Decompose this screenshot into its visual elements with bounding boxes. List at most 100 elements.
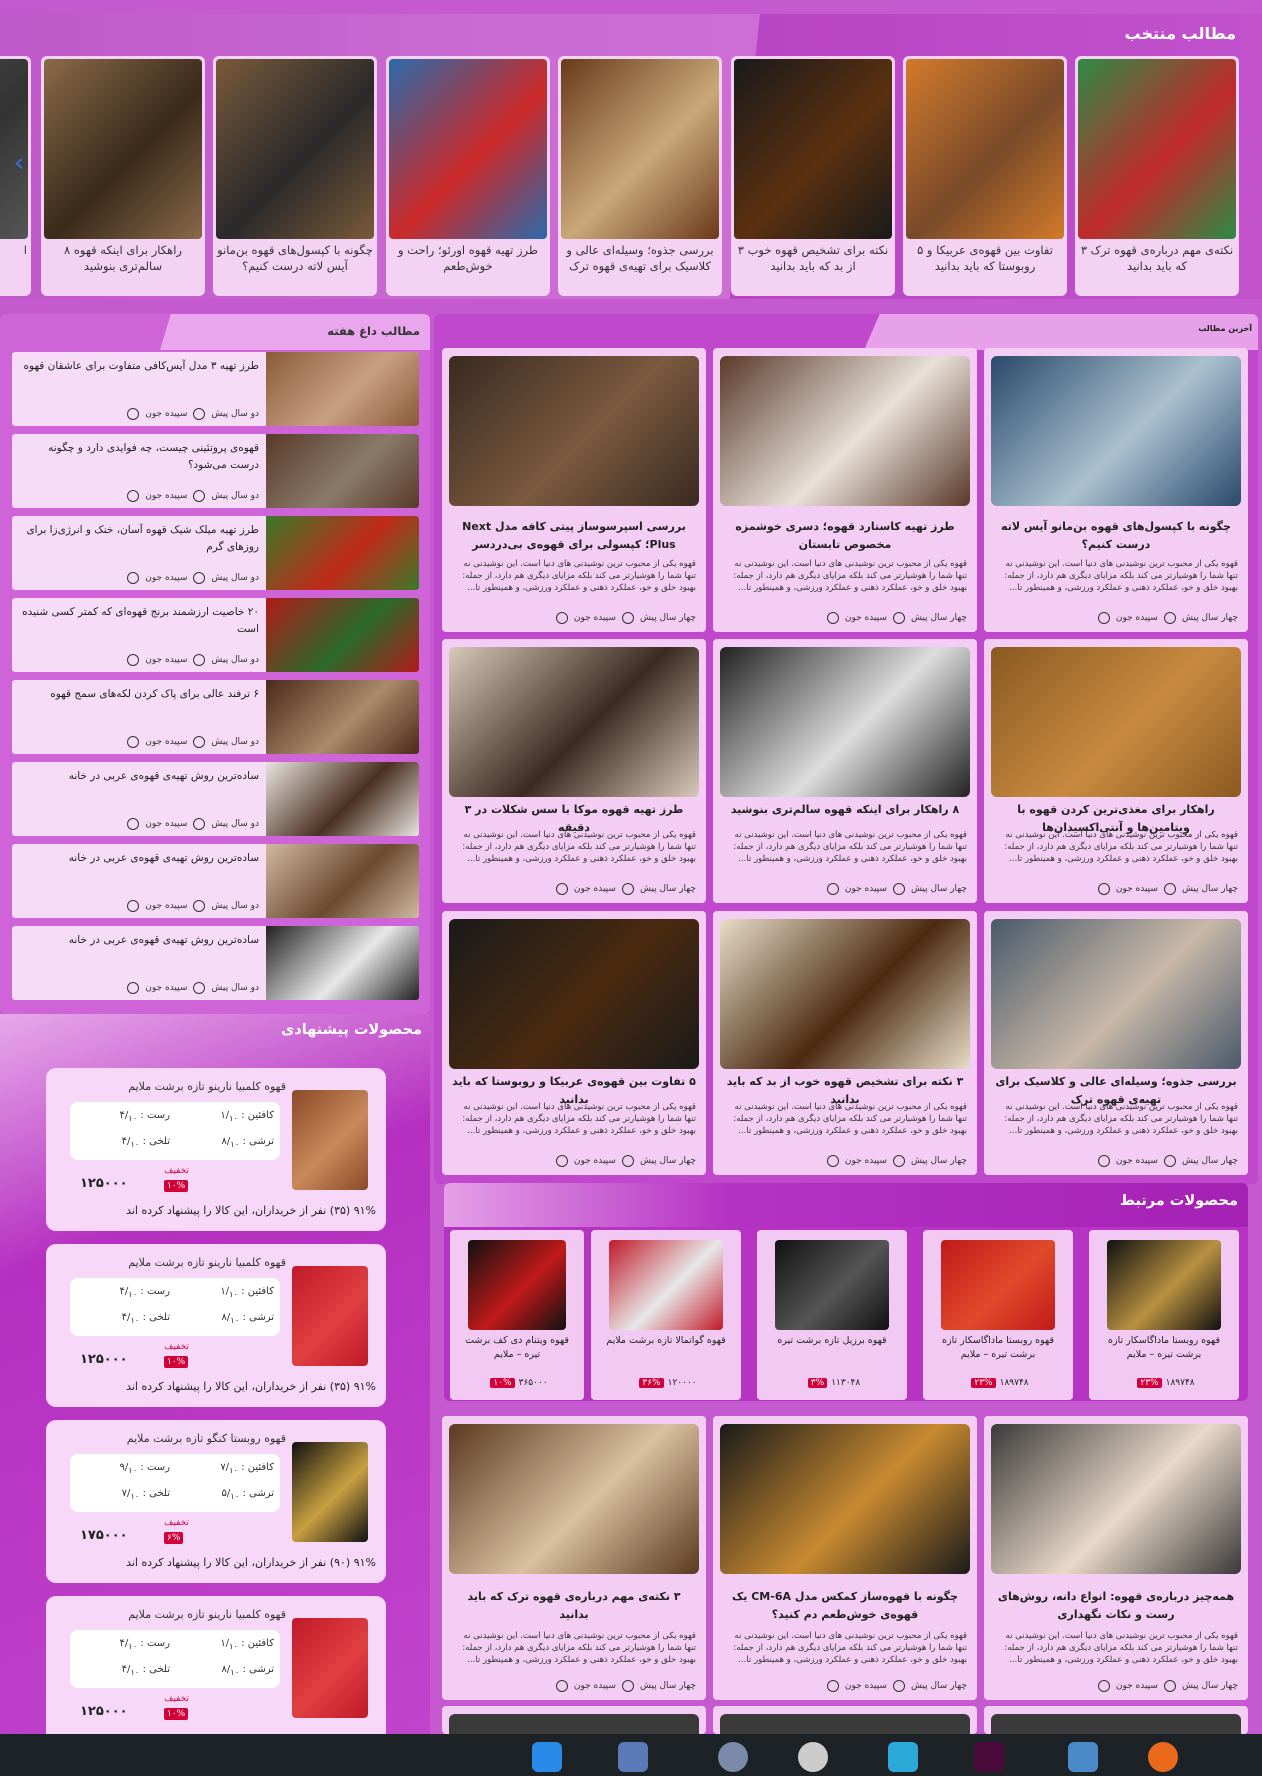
featured-card-image[interactable] [1078,59,1236,239]
post-card[interactable]: بررسی اسپرسوساز پیتی کافه مدل Next Plus؛… [442,348,706,632]
weekly-post-item[interactable]: ساده‌ترین روش تهیه‌ی قهوه‌ی عربی در خانه… [12,926,419,1000]
featured-card[interactable]: طرز تهیه قهوه اورئو؛ راحت و خوش‌طعم [386,56,550,296]
product-image[interactable] [1107,1240,1221,1330]
post-image[interactable] [449,919,699,1069]
featured-card[interactable]: ۳ نکته برای تشخیص قهوه خوب از بد که باید… [731,56,895,296]
weekly-post-thumbnail[interactable] [266,598,419,672]
featured-card-caption[interactable]: ۵ تفاوت بین قهوه‌ی عربیکا و روبوستا که ب… [907,242,1063,274]
start-icon[interactable] [532,1742,562,1772]
related-product-card[interactable]: قهوه ویتنام دی کف برشت تیره – ملایم ۱۰% ۳۶… [450,1230,584,1400]
post-image[interactable] [449,1714,699,1734]
post-image[interactable] [991,1424,1241,1574]
post-image[interactable] [991,647,1241,797]
suggested-product-card[interactable]: قهوه کلمبیا نارینو تازه برشت ملایم کافئین… [46,1244,386,1407]
featured-card-caption[interactable]: طرز تهیه قهوه اورئو؛ راحت و خوش‌طعم [390,242,546,274]
post-card[interactable]: طرز تهیه کاستارد قهوه؛ دسری خوشمزه مخصوص… [713,348,977,632]
post-card[interactable]: بررسی جذوه؛ وسیله‌ای عالی و کلاسیک برای … [984,911,1248,1175]
product-name[interactable]: قهوه کلمبیا نارینو تازه برشت ملایم [56,1608,286,1621]
weekly-post-title[interactable]: ۲۰ خاصیت ارزشمند برنج قهوه‌ای که کمتر کس… [20,604,259,638]
featured-card-caption[interactable]: ا [0,242,27,258]
product-image[interactable] [941,1240,1055,1330]
weekly-post-item[interactable]: طرز تهیه ۳ مدل آیس‌کافی متفاوت برای عاشق… [12,352,419,426]
weekly-post-title[interactable]: ساده‌ترین روش تهیه‌ی قهوه‌ی عربی در خانه [20,768,259,785]
weekly-post-item[interactable]: ۲۰ خاصیت ارزشمند برنج قهوه‌ای که کمتر کس… [12,598,419,672]
product-name[interactable]: قهوه ویتنام دی کف برشت تیره – ملایم [456,1334,578,1362]
featured-card-caption[interactable]: ۸ راهکار برای اینکه قهوه سالم‌تری بنوشید [45,242,201,274]
featured-card-caption[interactable]: ۳ نکته‌ی مهم درباره‌ی قهوه ترک که باید ب… [1079,242,1235,274]
product-image[interactable] [292,1442,368,1542]
weekly-post-title[interactable]: ساده‌ترین روش تهیه‌ی قهوه‌ی عربی در خانه [20,850,259,867]
product-name[interactable]: قهوه کلمبیا نارینو تازه برشت ملایم [56,1256,286,1269]
weekly-post-item[interactable]: ساده‌ترین روش تهیه‌ی قهوه‌ی عربی در خانه… [12,844,419,918]
post-card[interactable]: طرز تهیه قهوه موکا با سس شکلات در ۳ دقیق… [442,639,706,903]
featured-card-image[interactable] [389,59,547,239]
related-product-card[interactable]: قهوه روبستا ماداگاسکار تازه برشت تیره – … [923,1230,1073,1400]
post-image[interactable] [720,919,970,1069]
product-image[interactable] [292,1266,368,1366]
weekly-post-thumbnail[interactable] [266,844,419,918]
product-name[interactable]: قهوه روبستا ماداگاسکار تازه برشت تیره – … [1095,1334,1233,1362]
weekly-post-item[interactable]: ۶ ترفند عالی برای پاک کردن لکه‌های سمج ق… [12,680,419,754]
weekly-post-item[interactable]: طرز تهیه میلک شیک قهوه آسان، خنک و انرژی… [12,516,419,590]
product-name[interactable]: قهوه کلمبیا نارینو تازه برشت ملایم [56,1080,286,1093]
weekly-post-thumbnail[interactable] [266,926,419,1000]
suggested-product-card[interactable]: قهوه روبستا کنگو تازه برشت ملایم کافئین :… [46,1420,386,1583]
post-card[interactable]: چگونه با کپسول‌های قهوه بن‌مانو آیس لاته… [984,348,1248,632]
post-card[interactable] [442,1706,706,1734]
settings-icon[interactable] [718,1742,748,1772]
weekly-post-item[interactable]: ساده‌ترین روش تهیه‌ی قهوه‌ی عربی در خانه… [12,762,419,836]
product-image[interactable] [292,1618,368,1718]
post-title[interactable]: ۸ راهکار برای اینکه قهوه سالم‌تری بنوشید [723,801,967,819]
featured-card[interactable]: چگونه با کپسول‌های قهوه بن‌مانو آیس لاته… [213,56,377,296]
featured-card-image[interactable] [734,59,892,239]
post-title[interactable]: چگونه با کپسول‌های قهوه بن‌مانو آیس لاته… [994,518,1238,554]
weekly-post-thumbnail[interactable] [266,516,419,590]
post-title[interactable]: بررسی اسپرسوساز پیتی کافه مدل Next Plus؛… [452,518,696,554]
product-name[interactable]: قهوه روبستا کنگو تازه برشت ملایم [56,1432,286,1445]
weekly-post-thumbnail[interactable] [266,762,419,836]
featured-card-caption[interactable]: ۳ نکته برای تشخیص قهوه خوب از بد که باید… [735,242,891,274]
weekly-post-title[interactable]: ساده‌ترین روش تهیه‌ی قهوه‌ی عربی در خانه [20,932,259,949]
post-title[interactable]: همه‌چیز درباره‌ی قهوه: انواع دانه، روش‌ه… [994,1588,1238,1624]
weekly-post-thumbnail[interactable] [266,434,419,508]
featured-card-caption[interactable]: بررسی جذوه؛ وسیله‌ای عالی و کلاسیک برای … [562,242,718,274]
related-product-card[interactable]: قهوه روبستا ماداگاسکار تازه برشت تیره – … [1089,1230,1239,1400]
post-card[interactable]: همه‌چیز درباره‌ی قهوه: انواع دانه، روش‌ه… [984,1416,1248,1700]
featured-card[interactable]: ۳ نکته‌ی مهم درباره‌ی قهوه ترک که باید ب… [1075,56,1239,296]
post-image[interactable] [991,356,1241,506]
product-image[interactable] [609,1240,723,1330]
post-image[interactable] [991,919,1241,1069]
product-image[interactable] [292,1090,368,1190]
post-card[interactable]: ۳ نکته‌ی مهم درباره‌ی قهوه ترک که باید ب… [442,1416,706,1700]
post-title[interactable]: طرز تهیه کاستارد قهوه؛ دسری خوشمزه مخصوص… [723,518,967,554]
weekly-post-title[interactable]: ۶ ترفند عالی برای پاک کردن لکه‌های سمج ق… [20,686,259,703]
post-card[interactable]: ۳ نکته برای تشخیص قهوه خوب از بد که باید… [713,911,977,1175]
featured-card-image[interactable] [216,59,374,239]
featured-card-caption[interactable]: چگونه با کپسول‌های قهوه بن‌مانو آیس لاته… [217,242,373,274]
weekly-post-title[interactable]: طرز تهیه میلک شیک قهوه آسان، خنک و انرژی… [20,522,259,556]
weekly-post-thumbnail[interactable] [266,680,419,754]
post-card[interactable] [984,1706,1248,1734]
post-image[interactable] [449,647,699,797]
weekly-post-thumbnail[interactable] [266,352,419,426]
xd-icon[interactable] [974,1742,1004,1772]
post-card[interactable]: راهکار برای مغذی‌ترین کردن قهوه با ویتام… [984,639,1248,903]
related-product-card[interactable]: قهوه برزیل تازه برشت تیره ۳% ۱۱۳۰۴۸ [757,1230,907,1400]
prev-arrow-icon[interactable]: ‹ [14,150,42,178]
post-card[interactable] [713,1706,977,1734]
post-image[interactable] [720,1714,970,1734]
post-image[interactable] [720,647,970,797]
product-name[interactable]: قهوه برزیل تازه برشت تیره [763,1334,901,1348]
post-card[interactable]: چگونه با قهوه‌ساز کمکس مدل CM-6A یک قهوه… [713,1416,977,1700]
featured-card-image[interactable] [906,59,1064,239]
post-image[interactable] [449,1424,699,1574]
weekly-post-title[interactable]: طرز تهیه ۳ مدل آیس‌کافی متفاوت برای عاشق… [20,358,259,375]
product-image[interactable] [775,1240,889,1330]
post-image[interactable] [720,356,970,506]
mail-icon[interactable] [618,1742,648,1772]
featured-card[interactable]: بررسی جذوه؛ وسیله‌ای عالی و کلاسیک برای … [558,56,722,296]
post-image[interactable] [449,356,699,506]
app-icon[interactable] [888,1742,918,1772]
calculator-icon[interactable] [1068,1742,1098,1772]
featured-card[interactable]: ۸ راهکار برای اینکه قهوه سالم‌تری بنوشید [41,56,205,296]
